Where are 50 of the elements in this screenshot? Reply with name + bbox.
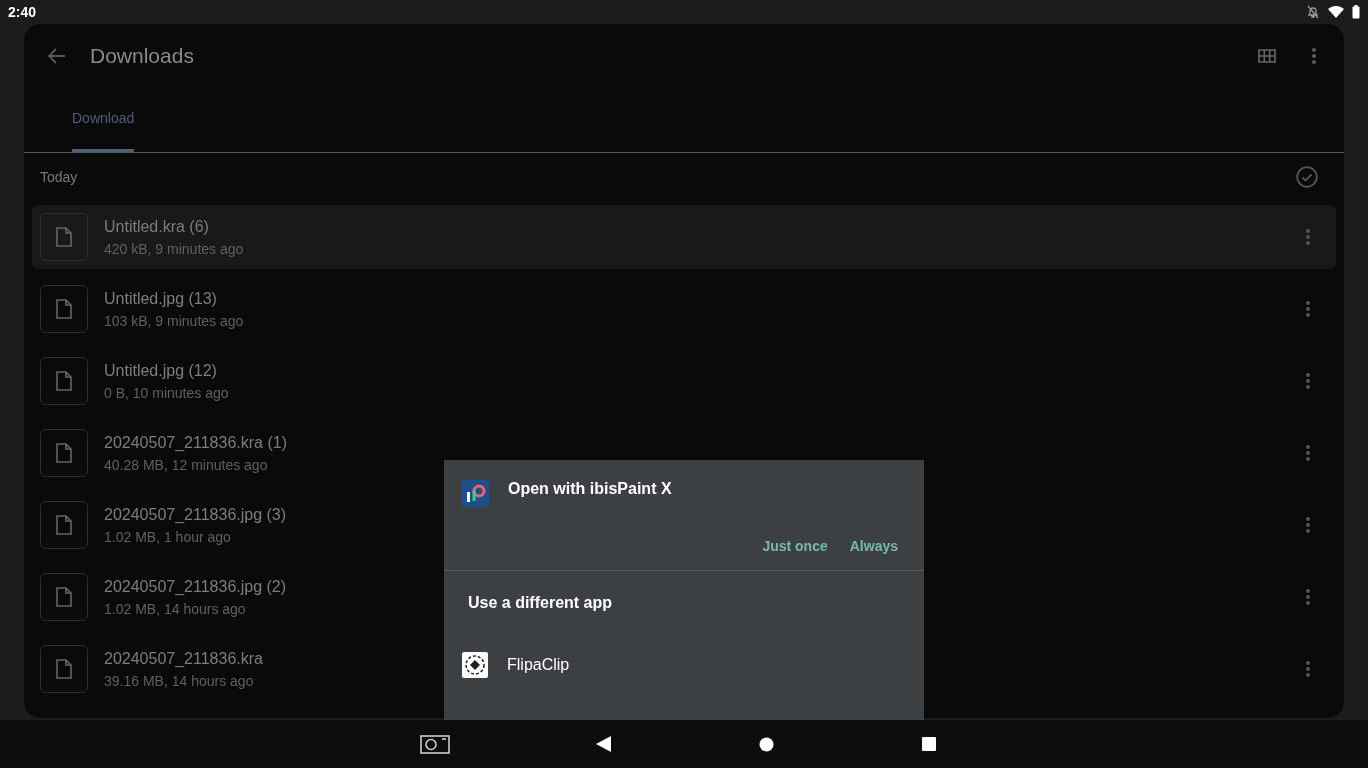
selected-file-row[interactable]: Untitled.kra (6) 420 kB, 9 minutes ago: [32, 205, 1336, 269]
clock-time: 2:40: [8, 2, 37, 22]
more-options-icon[interactable]: [1306, 589, 1310, 605]
file-name: Untitled.kra (6): [104, 216, 210, 237]
file-name: Untitled.jpg (12): [104, 360, 218, 381]
screenshot-icon[interactable]: [420, 734, 450, 754]
select-all-check-icon[interactable]: [1296, 166, 1318, 188]
section-heading: Use a different app: [467, 593, 614, 613]
tab[interactable]: Download: [72, 108, 135, 152]
file-icon: [40, 573, 88, 621]
battery-icon: [1352, 5, 1360, 19]
dialog-title: Open with ibisPaint X: [508, 478, 672, 499]
paint-app-icon: [462, 480, 489, 507]
file-details: 420 kB, 9 minutes ago: [104, 239, 244, 259]
file-name: Untitled.jpg (13): [104, 288, 218, 309]
file-details: 0 B, 10 minutes ago: [104, 383, 229, 403]
more-options-icon[interactable]: [1306, 661, 1310, 677]
file-icon: [40, 357, 88, 405]
file-icon: [40, 213, 88, 261]
more-options-icon[interactable]: [1306, 301, 1310, 317]
more-options-icon[interactable]: [1306, 373, 1310, 389]
file-name: 20240507_211836.jpg (3): [104, 504, 287, 525]
file-icon: [40, 429, 88, 477]
screen-title: Downloads: [90, 43, 194, 70]
file-details: 1.02 MB, 1 hour ago: [104, 527, 232, 547]
file-details: 39.16 MB, 14 hours ago: [104, 671, 255, 691]
grid-view-icon[interactable]: [1258, 49, 1276, 63]
file-details: 103 kB, 9 minutes ago: [104, 311, 244, 331]
file-name: 20240507_211836.kra (1): [104, 432, 287, 453]
more-options-icon[interactable]: [1306, 229, 1310, 245]
bell-off-icon: [1306, 5, 1320, 19]
app-icon[interactable]: [462, 652, 488, 678]
file-details: 40.28 MB, 12 minutes ago: [104, 455, 269, 475]
file-icon: [40, 645, 88, 693]
back-icon[interactable]: [596, 736, 611, 752]
file-icon: [40, 501, 88, 549]
more-options-icon[interactable]: [1306, 445, 1310, 461]
section-heading: Today: [40, 167, 78, 187]
more-options-icon[interactable]: [1312, 48, 1316, 64]
wifi-icon: [1328, 6, 1344, 18]
file-details: 1.02 MB, 14 hours ago: [104, 599, 247, 619]
dialog-button[interactable]: Always: [843, 535, 904, 558]
app-name[interactable]: FlipaClip: [507, 653, 570, 677]
more-options-icon[interactable]: [1306, 517, 1310, 533]
back-arrow-icon[interactable]: [48, 48, 66, 64]
home-icon[interactable]: [759, 736, 774, 752]
dialog-button[interactable]: Just once: [756, 535, 834, 558]
file-name: 20240507_211836.jpg (2): [104, 576, 287, 597]
file-icon: [40, 285, 88, 333]
file-name: 20240507_211836.kra: [104, 648, 263, 669]
